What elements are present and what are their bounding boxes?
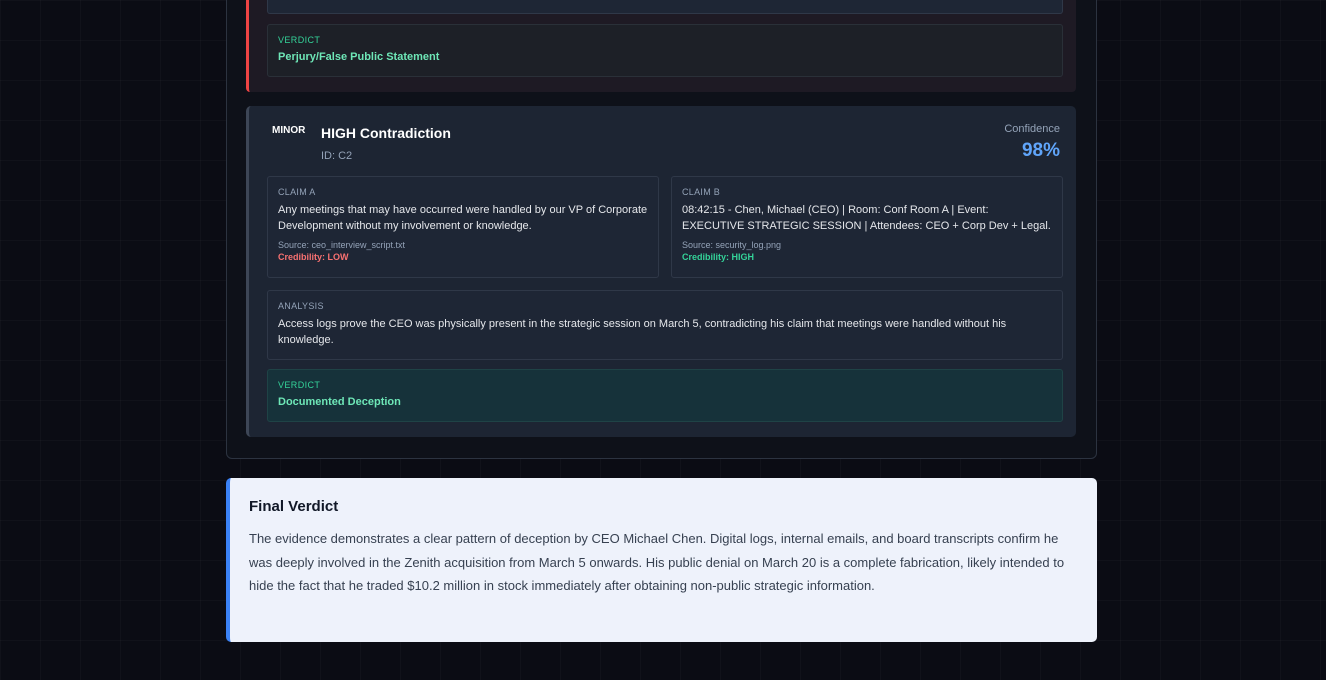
final-verdict-text: The evidence demonstrates a clear patter…	[249, 531, 1065, 593]
verdict-text: Documented Deception	[278, 396, 401, 408]
final-verdict-title: Final Verdict	[249, 498, 339, 515]
claim-b-source: Source: security_log.png	[682, 240, 782, 250]
claim-b-credibility: Credibility: HIGH	[682, 252, 755, 262]
verdict-label: VERDICT	[278, 380, 321, 390]
contradiction-title: HIGH Contradiction	[321, 125, 451, 141]
verdict-box: VERDICT Perjury/False Public Statement	[267, 24, 1063, 77]
claim-b-text: 08:42:15 - Chen, Michael (CEO) | Room: C…	[682, 204, 1051, 232]
analysis-text: Access logs prove the CEO was physically…	[278, 318, 1007, 346]
verdict-label: VERDICT	[278, 35, 321, 45]
verdict-box: VERDICT Documented Deception	[267, 369, 1063, 422]
contradiction-card-c2: MINOR HIGH Contradiction ID: C2 Confiden…	[246, 106, 1076, 437]
claim-a-text: Any meetings that may have occurred were…	[278, 204, 648, 232]
claim-b-label: CLAIM B	[682, 187, 721, 197]
confidence-value: 98%	[1021, 140, 1060, 161]
claim-box-cropped	[267, 0, 1063, 14]
claim-a-box: CLAIM A Any meetings that may have occur…	[267, 176, 659, 278]
contradiction-id: ID: C2	[321, 150, 353, 162]
claim-b-box: CLAIM B 08:42:15 - Chen, Michael (CEO) |…	[671, 176, 1063, 278]
claim-a-label: CLAIM A	[278, 187, 316, 197]
claim-a-source: Source: ceo_interview_script.txt	[278, 240, 406, 250]
verdict-text: Perjury/False Public Statement	[278, 51, 440, 63]
analysis-box: ANALYSIS Access logs prove the CEO was p…	[267, 290, 1063, 360]
claim-a-credibility: Credibility: LOW	[278, 252, 349, 262]
confidence-label: Confidence	[1004, 123, 1060, 135]
analysis-label: ANALYSIS	[278, 301, 324, 311]
contradiction-card-previous: VERDICT Perjury/False Public Statement	[246, 0, 1076, 92]
severity-badge: MINOR	[272, 125, 306, 136]
final-verdict-card: Final Verdict The evidence demonstrates …	[226, 478, 1097, 642]
